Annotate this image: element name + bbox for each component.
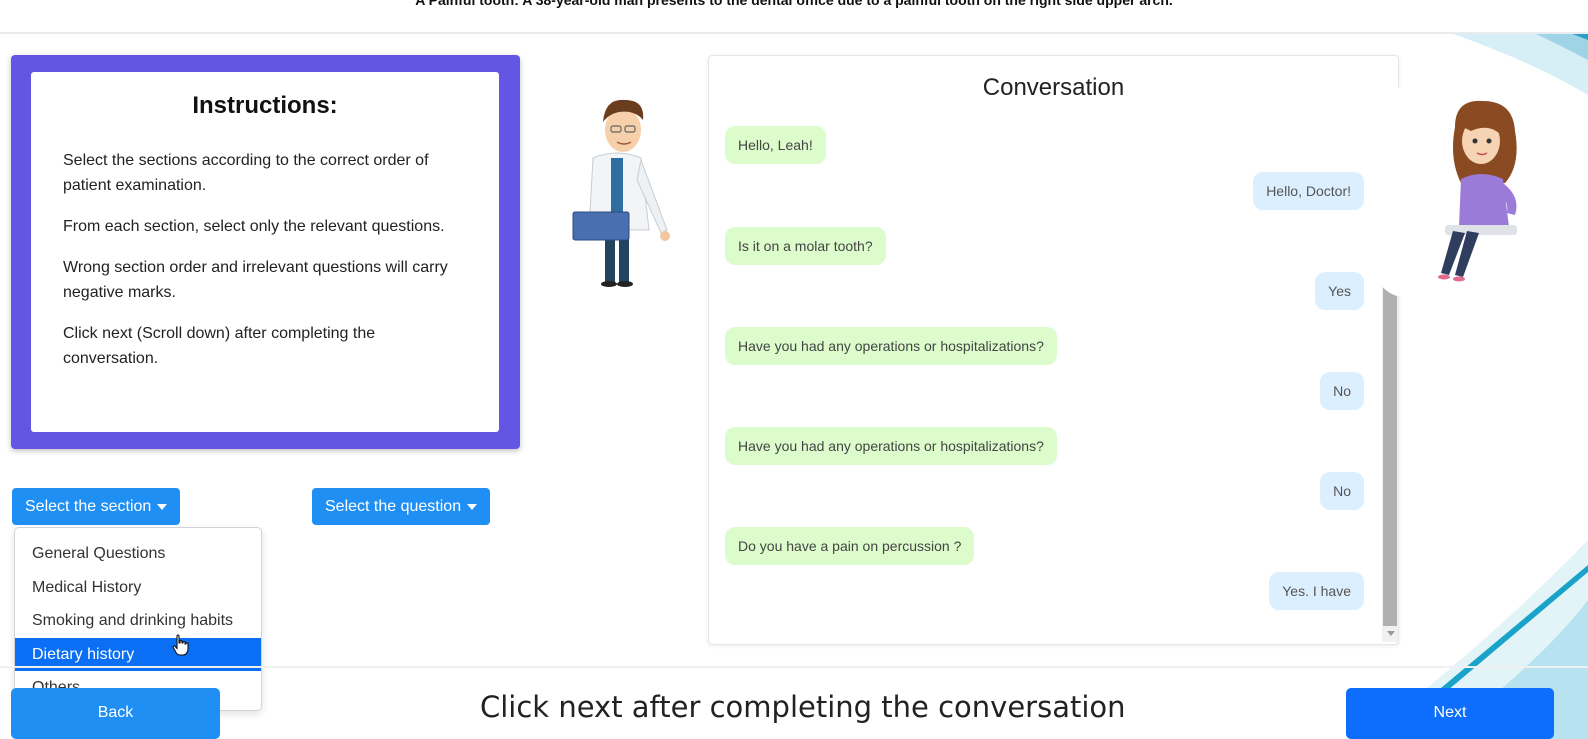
next-button[interactable]: Next: [1346, 688, 1554, 739]
section-dropdown-menu: General Questions Medical History Smokin…: [14, 527, 262, 711]
instruction-text: From each section, select only the relev…: [63, 218, 445, 235]
hand-pointer-icon: [172, 634, 189, 656]
doctor-message: Do you have a pain on percussion ?: [725, 527, 975, 565]
menu-item-smoking-drinking[interactable]: Smoking and drinking habits: [15, 604, 261, 638]
instruction-text: Click next (Scroll down) after completin…: [63, 325, 376, 367]
select-section-label: Select the section: [25, 497, 152, 515]
back-button[interactable]: Back: [11, 688, 220, 739]
instructions-card: Instructions: Select the sections accord…: [31, 72, 499, 432]
doctor-message: Have you had any operations or hospitali…: [725, 427, 1057, 465]
instructions-title: Instructions:: [192, 92, 338, 119]
select-section-dropdown[interactable]: Select the section: [12, 488, 181, 525]
conversation-panel: Conversation Hello, Leah! Hello, Doctor!…: [708, 55, 1399, 645]
instruction-text: Select the sections according to the cor…: [63, 152, 429, 194]
doctor-message: Is it on a molar tooth?: [725, 227, 886, 265]
instruction-text: Wrong section order and irrelevant quest…: [63, 259, 448, 301]
select-question-dropdown[interactable]: Select the question: [312, 488, 491, 525]
menu-item-medical-history[interactable]: Medical History: [15, 571, 261, 605]
case-description: A Painful tooth: A 38-year-old man prese…: [415, 0, 1173, 8]
patient-message: Yes: [1315, 272, 1364, 310]
instructions-panel: Instructions: Select the sections accord…: [11, 55, 520, 449]
patient-message: No: [1320, 372, 1364, 410]
select-question-label: Select the question: [325, 497, 462, 515]
doctor-message: Hello, Leah!: [725, 126, 826, 164]
caret-down-icon: [157, 504, 168, 510]
doctor-message: Have you had any operations or hospitali…: [725, 327, 1057, 365]
case-header: A Painful tooth: A 38-year-old man prese…: [0, 0, 1588, 34]
patient-avatar: [1438, 100, 1517, 282]
scroll-down-arrow-icon[interactable]: [1387, 631, 1395, 636]
patient-avatar-frame: [1375, 87, 1588, 297]
patient-message: No: [1320, 472, 1364, 510]
conversation-title: Conversation: [982, 74, 1125, 101]
footer-message: Click next after completing the conversa…: [480, 690, 1126, 724]
caret-down-icon: [467, 504, 478, 510]
patient-message: Hello, Doctor!: [1253, 172, 1364, 210]
footer-divider: [0, 666, 1588, 668]
scrollbar-thumb[interactable]: [1383, 286, 1397, 626]
patient-message: Yes. I have: [1269, 572, 1364, 610]
menu-item-general-questions[interactable]: General Questions: [15, 537, 261, 571]
